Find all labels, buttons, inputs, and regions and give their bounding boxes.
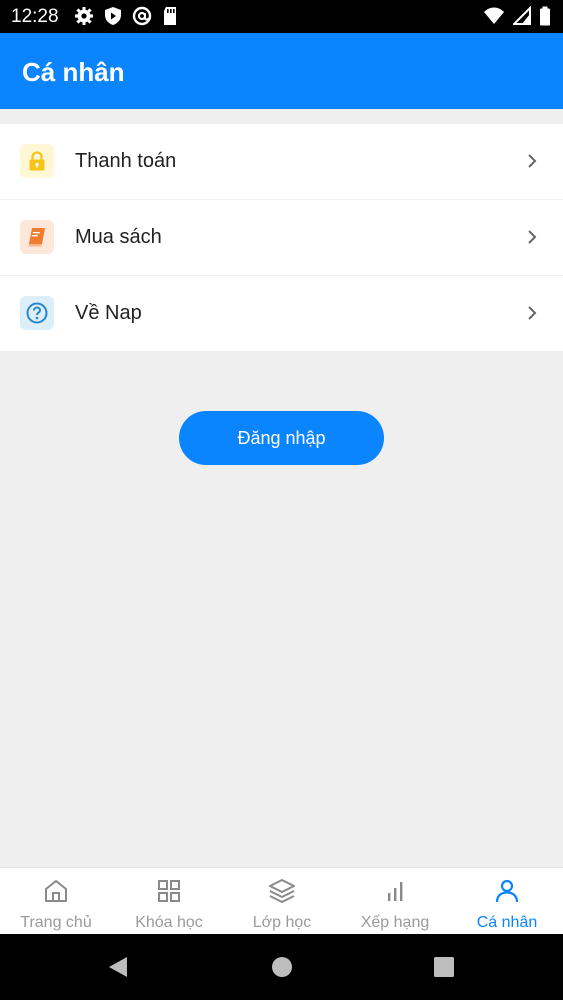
tab-ranking[interactable]: Xếp hạng bbox=[339, 868, 451, 935]
tab-courses[interactable]: Khóa học bbox=[113, 868, 225, 935]
system-nav-bar bbox=[0, 934, 563, 1000]
tab-label: Trang chủ bbox=[20, 914, 92, 931]
menu-item-payment[interactable]: Thanh toán bbox=[0, 124, 563, 200]
recents-square-icon[interactable] bbox=[433, 956, 455, 978]
wifi-icon bbox=[484, 7, 504, 24]
shield-icon bbox=[105, 7, 121, 25]
layers-icon bbox=[268, 877, 296, 905]
tab-label: Xếp hạng bbox=[360, 914, 430, 931]
help-circle-icon bbox=[20, 296, 54, 330]
menu-item-buy-books[interactable]: Mua sách bbox=[0, 200, 563, 276]
menu-item-label: Mua sách bbox=[75, 226, 162, 248]
at-sign-icon bbox=[132, 6, 152, 26]
user-icon bbox=[494, 877, 520, 905]
status-icons-left bbox=[74, 6, 179, 26]
bar-chart-icon bbox=[382, 877, 408, 905]
menu-list: Thanh toán Mua sách Về Nap bbox=[0, 124, 563, 351]
home-circle-icon[interactable] bbox=[271, 956, 293, 978]
home-icon bbox=[43, 877, 69, 905]
menu-item-about[interactable]: Về Nap bbox=[0, 276, 563, 351]
login-button[interactable]: Đăng nhập bbox=[179, 411, 384, 465]
menu-item-label: Thanh toán bbox=[75, 150, 177, 172]
tab-profile[interactable]: Cá nhân bbox=[451, 868, 563, 935]
chevron-right-icon bbox=[528, 306, 537, 320]
book-icon bbox=[20, 220, 54, 254]
sd-card-icon bbox=[164, 7, 176, 25]
back-icon[interactable] bbox=[107, 956, 129, 978]
tab-home[interactable]: Trang chủ bbox=[0, 868, 112, 935]
battery-icon bbox=[540, 6, 550, 26]
app-bar: Cá nhân bbox=[0, 33, 563, 109]
gear-icon bbox=[75, 7, 93, 25]
chevron-right-icon bbox=[528, 154, 537, 168]
status-bar: 12:28 bbox=[0, 0, 563, 33]
status-time: 12:28 bbox=[11, 6, 59, 27]
chevron-right-icon bbox=[528, 230, 537, 244]
grid-icon bbox=[156, 877, 182, 905]
lock-icon bbox=[20, 144, 54, 178]
page-title: Cá nhân bbox=[22, 57, 125, 87]
tab-label: Khóa học bbox=[135, 914, 203, 931]
bottom-nav: Trang chủ Khóa học Lớp học Xếp hạng Cá n… bbox=[0, 867, 563, 935]
cell-signal-icon bbox=[513, 6, 531, 25]
tab-label: Lớp học bbox=[252, 914, 312, 931]
menu-item-label: Về Nap bbox=[75, 302, 142, 324]
tab-classes[interactable]: Lớp học bbox=[226, 868, 338, 935]
status-icons-right bbox=[483, 6, 551, 26]
tab-label: Cá nhân bbox=[476, 914, 538, 931]
